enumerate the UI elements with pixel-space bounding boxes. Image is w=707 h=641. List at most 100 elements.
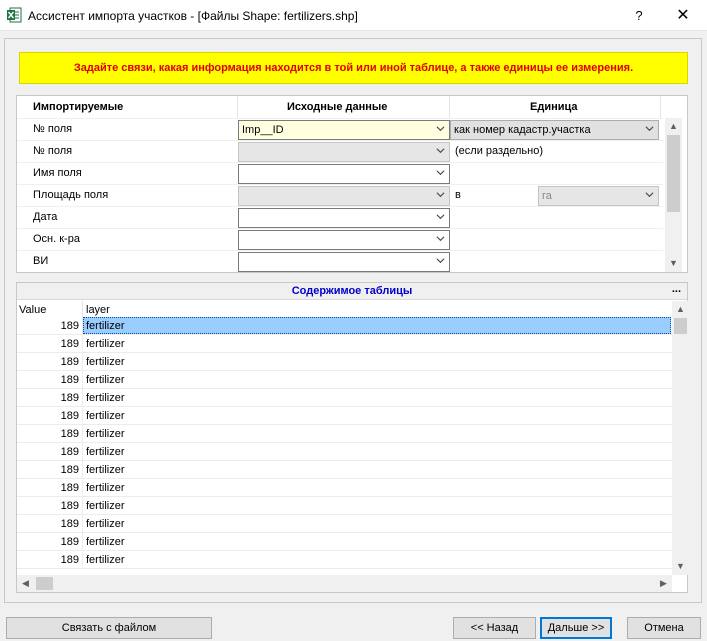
source-field-select[interactable] <box>238 230 450 250</box>
table-row[interactable]: 189 fertilizer <box>17 515 673 533</box>
back-button[interactable]: << Назад <box>453 617 536 639</box>
table-row[interactable]: 189 fertilizer <box>17 425 673 443</box>
cell-layer: fertilizer <box>86 500 125 512</box>
table-row[interactable]: 189 fertilizer <box>17 335 673 353</box>
mapping-row: № поля Imp__ID как номер кадастр.участка <box>17 118 663 140</box>
cancel-button[interactable]: Отмена <box>627 617 701 639</box>
link-file-button[interactable]: Связать с файлом <box>6 617 212 639</box>
table-row[interactable]: 189 fertilizer <box>17 533 673 551</box>
cell-layer: fertilizer <box>86 374 125 386</box>
mapping-row: № поля (если раздельно) <box>17 140 663 162</box>
table-row[interactable]: 189 fertilizer <box>17 443 673 461</box>
table-row[interactable]: 189 fertilizer <box>17 479 673 497</box>
chevron-down-icon[interactable] <box>436 146 445 155</box>
table-row[interactable]: 189 fertilizer <box>17 371 673 389</box>
cell-value: 189 <box>60 320 79 332</box>
cell-value: 189 <box>60 482 79 494</box>
scroll-thumb[interactable] <box>667 135 680 212</box>
scroll-down-icon[interactable]: ▼ <box>672 558 689 575</box>
chevron-down-icon[interactable] <box>436 212 445 221</box>
scroll-up-icon[interactable]: ▲ <box>665 118 682 135</box>
scroll-right-icon[interactable]: ▶ <box>655 575 672 592</box>
cell-layer: fertilizer <box>86 482 125 494</box>
scroll-down-icon[interactable]: ▼ <box>665 255 682 272</box>
header-source: Исходные данные <box>287 101 388 113</box>
column-header-layer[interactable]: layer <box>86 304 110 316</box>
source-field-select[interactable]: Imp__ID <box>238 120 450 140</box>
mapping-row-label: Дата <box>33 211 58 223</box>
field-mapping-grid: Импортируемые Исходные данные Единица ▲ … <box>16 95 688 273</box>
table-row[interactable]: 189 fertilizer <box>17 551 673 569</box>
mapping-row: Имя поля <box>17 162 663 184</box>
source-field-select[interactable] <box>238 252 450 272</box>
chevron-down-icon[interactable] <box>436 124 445 133</box>
mapping-row-label: № поля <box>33 123 73 135</box>
mapping-scrollbar[interactable]: ▲ ▼ <box>665 118 682 272</box>
chevron-down-icon[interactable] <box>436 256 445 265</box>
chevron-down-icon[interactable] <box>436 168 445 177</box>
source-field-select <box>238 142 450 162</box>
cell-layer: fertilizer <box>86 464 125 476</box>
unit-select[interactable]: как номер кадастр.участка <box>450 120 659 140</box>
cell-value: 189 <box>60 374 79 386</box>
mapping-row: Осн. к-ра <box>17 228 663 250</box>
cell-value: 189 <box>60 392 79 404</box>
more-options-icon[interactable]: ... <box>672 283 681 295</box>
source-field-select[interactable] <box>238 164 450 184</box>
window-title: Ассистент импорта участков - [Файлы Shap… <box>28 9 358 23</box>
scroll-thumb[interactable] <box>674 318 687 334</box>
title-bar: Ассистент импорта участков - [Файлы Shap… <box>0 0 707 31</box>
area-unit-value: га <box>542 190 552 202</box>
selected-cell-highlight <box>83 317 671 334</box>
table-row[interactable]: 189 fertilizer <box>17 353 673 371</box>
source-field-select[interactable] <box>238 208 450 228</box>
instruction-banner: Задайте связи, какая информация находитс… <box>19 52 688 84</box>
source-field-select <box>238 186 450 206</box>
cell-layer: fertilizer <box>86 320 125 332</box>
chevron-down-icon[interactable] <box>436 190 445 199</box>
table-contents-title: Содержимое таблицы <box>291 285 413 297</box>
table-rows: 189 fertilizer 189 fertilizer 189 fertilizer 1… <box>17 317 673 569</box>
scroll-up-icon[interactable]: ▲ <box>672 301 689 318</box>
cell-value: 189 <box>60 500 79 512</box>
close-button[interactable]: ✕ <box>670 5 696 27</box>
mapping-row-label: Площадь поля <box>33 189 109 201</box>
table-contents-header: Содержимое таблицы ... <box>17 283 687 300</box>
table-row[interactable]: 189 fertilizer <box>17 461 673 479</box>
mapping-row-label: № поля <box>33 145 73 157</box>
cell-value: 189 <box>60 428 79 440</box>
table-row[interactable]: 189 fertilizer <box>17 389 673 407</box>
chevron-down-icon[interactable] <box>436 234 445 243</box>
cell-value: 189 <box>60 518 79 530</box>
table-vertical-scrollbar[interactable]: ▲ ▼ <box>672 301 689 575</box>
cell-layer: fertilizer <box>86 446 125 458</box>
cell-layer: fertilizer <box>86 554 125 566</box>
table-horizontal-scrollbar[interactable]: ◀ ▶ <box>17 575 672 592</box>
mapping-row-label: Имя поля <box>33 167 82 179</box>
table-row[interactable]: 189 fertilizer <box>17 407 673 425</box>
help-button[interactable]: ? <box>626 5 652 27</box>
table-contents-panel: Содержимое таблицы ... Value layer 189 fe… <box>16 282 689 593</box>
cell-value: 189 <box>60 338 79 350</box>
chevron-down-icon <box>645 190 654 199</box>
table-row[interactable]: 189 fertilizer <box>17 317 673 335</box>
mapping-row: Дата <box>17 206 663 228</box>
cell-value: 189 <box>60 536 79 548</box>
scroll-left-icon[interactable]: ◀ <box>17 575 34 592</box>
next-button[interactable]: Дальше >> <box>540 617 612 639</box>
unit-value: как номер кадастр.участка <box>454 124 591 136</box>
column-header-value[interactable]: Value <box>19 304 46 316</box>
cell-layer: fertilizer <box>86 536 125 548</box>
unit-text: в <box>455 189 461 201</box>
header-unit: Единица <box>530 101 578 113</box>
table-row[interactable]: 189 fertilizer <box>17 497 673 515</box>
mapping-row: Площадь поля в га <box>17 184 663 206</box>
chevron-down-icon[interactable] <box>645 124 654 133</box>
scroll-thumb[interactable] <box>36 577 53 590</box>
source-field-value: Imp__ID <box>242 124 284 136</box>
cell-value: 189 <box>60 446 79 458</box>
cell-layer: fertilizer <box>86 338 125 350</box>
cell-layer: fertilizer <box>86 356 125 368</box>
cell-value: 189 <box>60 356 79 368</box>
mapping-row-label: ВИ <box>33 255 49 267</box>
